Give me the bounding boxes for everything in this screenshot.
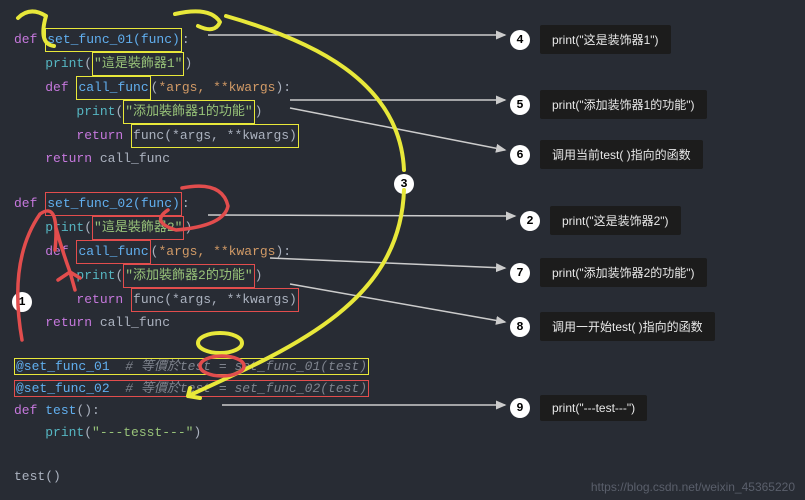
step-8: 8调用一开始test( )指向的函数 [510,312,715,341]
l3: def call_func(*args, **kwargs): [14,80,291,95]
l4: print("添加裝飾器1的功能") [14,104,262,119]
l6: return call_func [14,151,170,166]
l16: print("---tesst---") [14,425,201,440]
step-9: 9print("---test---") [510,395,647,421]
l1: def set_func_01(func): [14,32,190,47]
l15: def test(): [14,403,100,418]
l8: print("這是裝飾器2") [14,220,192,235]
box-ret1: func(*args, **kwargs) [131,124,299,148]
l12: return call_func [14,315,170,330]
box-dec2: @set_func_02 # 等價於test = set_func_02(tes… [14,380,369,397]
box-setfunc02: set_func_02(func) [45,192,182,216]
box-dec1: @set_func_01 # 等價於test = set_func_01(tes… [14,358,369,375]
step-3-bullet: 3 [394,174,414,194]
step-6: 6调用当前test( )指向的函数 [510,140,703,169]
box-print1: "這是裝飾器1" [92,52,184,76]
box-callfunc1: call_func [76,76,150,100]
l5: return func(*args, **kwargs) [14,128,299,143]
step-4: 4print("这是装饰器1") [510,25,671,54]
box-add2: "添加裝飾器2的功能" [123,264,254,288]
l9: def call_func(*args, **kwargs): [14,244,291,259]
box-print2: "這是裝飾器2" [92,216,184,240]
l7: def set_func_02(func): [14,196,190,211]
code-block: def set_func_01(func): print("這是裝飾器1") d… [14,6,369,488]
step-7: 7print("添加装饰器2的功能") [510,258,707,287]
diagram-root: def set_func_01(func): print("這是裝飾器1") d… [0,0,805,500]
box-ret2: func(*args, **kwargs) [131,288,299,312]
box-callfunc2: call_func [76,240,150,264]
l10: print("添加裝飾器2的功能") [14,268,262,283]
l17: test() [14,469,61,484]
step-1-bullet: 1 [12,292,32,312]
watermark: https://blog.csdn.net/weixin_45365220 [591,480,795,494]
l2: print("這是裝飾器1") [14,56,192,71]
box-add1: "添加裝飾器1的功能" [123,100,254,124]
step-5: 5print("添加装饰器1的功能") [510,90,707,119]
step-2: 2print("这是装饰器2") [520,206,681,235]
box-setfunc01: set_func_01(func) [45,28,182,52]
l11: return func(*args, **kwargs) [14,292,299,307]
